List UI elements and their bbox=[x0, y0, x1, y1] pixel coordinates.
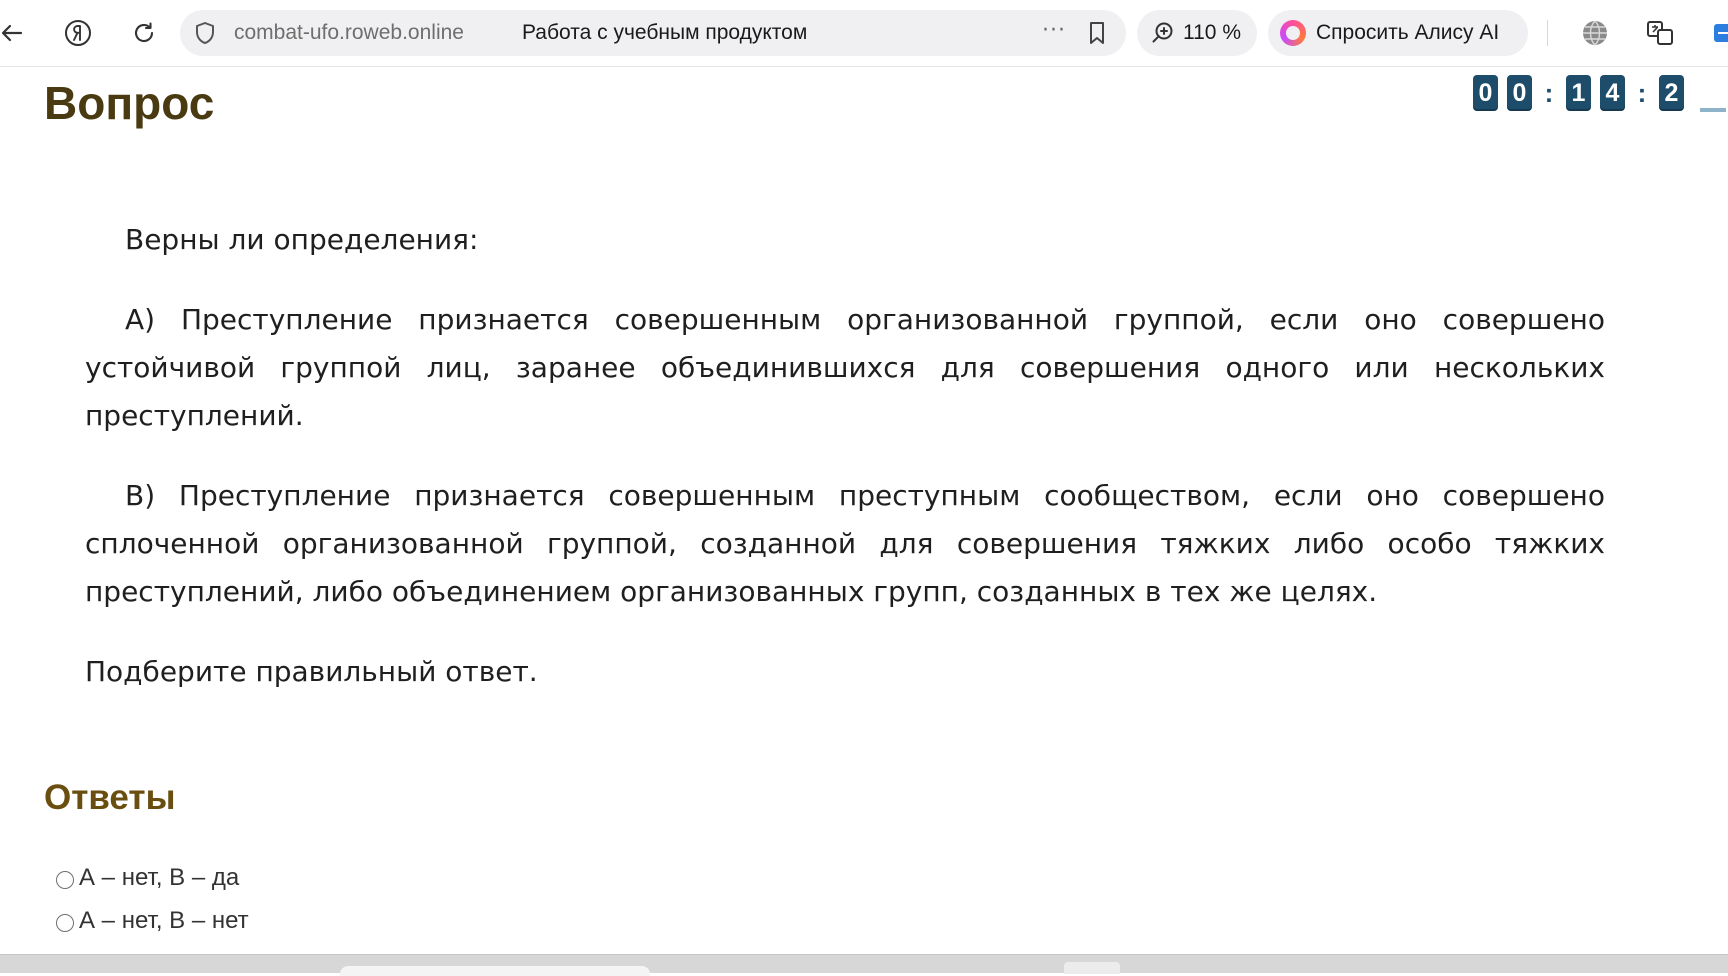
radio-button[interactable] bbox=[56, 914, 74, 932]
timer-separator: : bbox=[1544, 77, 1554, 108]
alice-label: Спросить Алису AI bbox=[1316, 21, 1500, 44]
answer-option-label[interactable]: А – нет, В – да bbox=[79, 864, 239, 892]
countdown-timer: 0 0 : 1 4 : 2 bbox=[1473, 74, 1693, 112]
extension-icon[interactable] bbox=[1700, 13, 1728, 53]
timer-digit: 2 bbox=[1659, 75, 1684, 111]
question-instruction: Подберите правильный ответ. bbox=[85, 655, 538, 688]
more-options-icon[interactable]: ··· bbox=[1042, 10, 1066, 56]
page-title-tab: Работа с учебным продуктом bbox=[522, 21, 808, 44]
statement-b: В) Преступление признается совершенным п… bbox=[85, 479, 1605, 608]
toolbar-divider bbox=[1547, 20, 1548, 46]
yandex-logo-icon[interactable] bbox=[58, 13, 98, 53]
scroll-indicator bbox=[1700, 108, 1726, 112]
zoom-level: 110 % bbox=[1183, 21, 1241, 44]
globe-icon[interactable] bbox=[1575, 13, 1615, 53]
question-intro: Верны ли определения: bbox=[125, 223, 479, 256]
bottom-panel bbox=[0, 954, 1728, 973]
bottom-panel-tab[interactable] bbox=[340, 966, 650, 976]
answer-option-label[interactable]: А – нет, В – нет bbox=[79, 907, 249, 935]
question-body: Верны ли определения: А) Преступление пр… bbox=[85, 216, 1605, 728]
answers-heading: Ответы bbox=[44, 778, 176, 817]
answer-option[interactable]: А – нет, В – да bbox=[56, 863, 239, 893]
timer-digit: 1 bbox=[1566, 75, 1591, 111]
address-domain[interactable]: combat-ufo.roweb.online bbox=[234, 10, 464, 56]
timer-digit: 4 bbox=[1600, 75, 1625, 111]
alice-button[interactable]: Спросить Алису AI bbox=[1268, 10, 1528, 56]
statement-a: А) Преступление признается совершенным о… bbox=[85, 303, 1605, 432]
bottom-panel-handle[interactable] bbox=[1064, 962, 1120, 974]
timer-digit: 0 bbox=[1473, 75, 1498, 111]
browser-toolbar: combat-ufo.roweb.online Работа с учебным… bbox=[0, 0, 1728, 67]
radio-button[interactable] bbox=[56, 871, 74, 889]
shield-icon[interactable] bbox=[194, 21, 216, 49]
answer-option[interactable]: А – нет, В – нет bbox=[56, 906, 249, 936]
bookmark-icon[interactable] bbox=[1086, 21, 1108, 49]
reload-icon[interactable] bbox=[124, 13, 164, 53]
zoom-button[interactable]: 110 % bbox=[1137, 10, 1257, 56]
alice-icon bbox=[1280, 20, 1306, 46]
timer-separator: : bbox=[1637, 77, 1647, 108]
back-icon[interactable] bbox=[0, 13, 32, 53]
question-heading: Вопрос bbox=[44, 77, 215, 129]
address-bar[interactable]: combat-ufo.roweb.online Работа с учебным… bbox=[180, 10, 1126, 56]
translate-icon[interactable] bbox=[1640, 13, 1680, 53]
timer-digit: 0 bbox=[1507, 75, 1532, 111]
zoom-icon bbox=[1151, 21, 1175, 49]
